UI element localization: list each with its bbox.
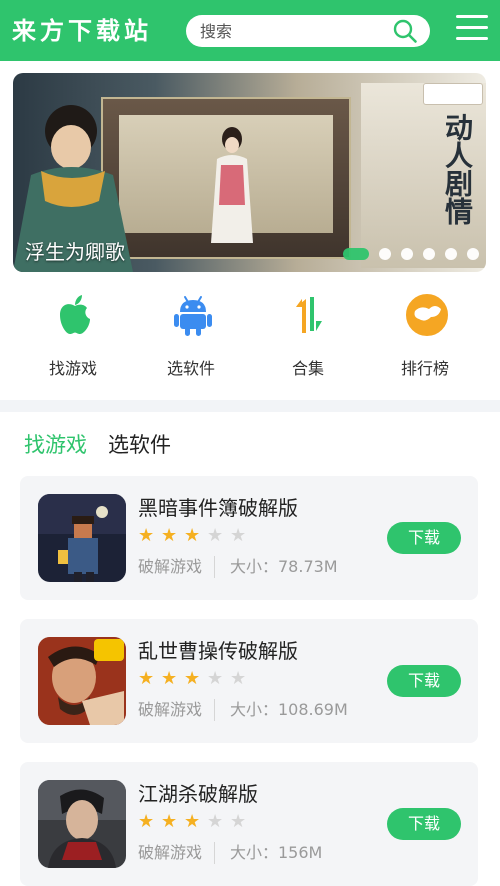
game-size: 大小：108.69M xyxy=(230,700,348,719)
quick-entry-label: 找游戏 xyxy=(48,359,97,378)
carousel-dot[interactable] xyxy=(445,248,457,260)
star-empty-icon: ★ xyxy=(230,668,247,689)
quick-entry-choose-software[interactable]: 选软件 xyxy=(136,285,246,395)
star-filled-icon: ★ xyxy=(138,811,155,832)
apple-icon xyxy=(60,295,90,334)
top-header: 来方下载站 xyxy=(0,0,500,61)
game-name[interactable]: 黑暗事件簿破解版 xyxy=(138,494,298,522)
download-button[interactable]: 下载 xyxy=(387,665,461,697)
game-size: 大小：156M xyxy=(230,843,323,862)
star-filled-icon: ★ xyxy=(161,525,178,546)
star-filled-icon: ★ xyxy=(138,525,155,546)
game-list-item[interactable]: 乱世曹操传破解版 ★ ★ ★ ★ ★ 破解游戏 大小：108.69M 下载 xyxy=(20,619,478,743)
star-filled-icon: ★ xyxy=(184,811,201,832)
quick-entry-grid: 找游戏 选软件 合集 排行榜 xyxy=(0,285,500,395)
game-list-item[interactable]: 黑暗事件簿破解版 ★ ★ ★ ★ ★ 破解游戏 大小：78.73M 下载 xyxy=(20,476,478,600)
game-category: 破解游戏 xyxy=(138,843,203,862)
game-meta: 破解游戏 大小：78.73M xyxy=(138,556,338,578)
game-category: 破解游戏 xyxy=(138,700,203,719)
download-button[interactable]: 下载 xyxy=(387,522,461,554)
quick-entry-rankings[interactable]: 排行榜 xyxy=(370,285,480,395)
star-filled-icon: ★ xyxy=(161,668,178,689)
game-name[interactable]: 乱世曹操传破解版 xyxy=(138,637,298,665)
hamburger-menu-icon[interactable] xyxy=(456,12,488,44)
quick-entry-label: 排行榜 xyxy=(400,359,449,378)
site-logo[interactable]: 来方下载站 xyxy=(12,14,152,48)
game-thumbnail[interactable] xyxy=(38,494,126,582)
section-divider xyxy=(0,400,500,412)
banner-character-lady xyxy=(211,127,253,243)
quick-entry-find-games[interactable]: 找游戏 xyxy=(18,285,128,395)
game-thumbnail[interactable] xyxy=(38,637,126,725)
search-input[interactable] xyxy=(200,15,380,47)
banner-title[interactable]: 浮生为卿歌 xyxy=(25,239,125,265)
star-empty-icon: ★ xyxy=(207,668,224,689)
game-list-item[interactable]: 江湖杀破解版 ★ ★ ★ ★ ★ 破解游戏 大小：156M 下载 xyxy=(20,762,478,886)
quick-entry-label: 选软件 xyxy=(166,359,215,378)
search-icon[interactable] xyxy=(392,18,418,44)
game-category: 破解游戏 xyxy=(138,557,203,576)
star-empty-icon: ★ xyxy=(207,525,224,546)
star-empty-icon: ★ xyxy=(230,811,247,832)
meta-separator xyxy=(214,699,215,721)
quick-entry-label: 合集 xyxy=(291,359,324,378)
tab-find-games[interactable]: 找游戏 xyxy=(24,430,87,460)
carousel-dot-active[interactable] xyxy=(343,248,369,260)
game-size: 大小：78.73M xyxy=(230,557,338,576)
page: 来方下载站 动人剧情 xyxy=(0,0,500,886)
game-name[interactable]: 江湖杀破解版 xyxy=(138,780,258,808)
game-meta: 破解游戏 大小：108.69M xyxy=(138,699,348,721)
carousel-dot[interactable] xyxy=(467,248,479,260)
carousel-dot[interactable] xyxy=(379,248,391,260)
star-empty-icon: ★ xyxy=(230,525,247,546)
meta-separator xyxy=(214,842,215,864)
android-icon xyxy=(174,296,212,336)
star-filled-icon: ★ xyxy=(138,668,155,689)
star-filled-icon: ★ xyxy=(184,668,201,689)
search-box[interactable] xyxy=(186,15,430,47)
tab-choose-software[interactable]: 选软件 xyxy=(108,430,171,460)
ranking-icon xyxy=(406,294,448,336)
star-filled-icon: ★ xyxy=(184,525,201,546)
meta-separator xyxy=(214,556,215,578)
banner-slogan: 动人剧情 xyxy=(441,113,474,225)
game-logo-badge xyxy=(423,83,483,105)
game-meta: 破解游戏 大小：156M xyxy=(138,842,322,864)
download-button[interactable]: 下载 xyxy=(387,808,461,840)
carousel-dot[interactable] xyxy=(401,248,413,260)
collection-icon xyxy=(296,297,322,333)
star-empty-icon: ★ xyxy=(207,811,224,832)
carousel-dot[interactable] xyxy=(423,248,435,260)
banner-carousel[interactable]: 动人剧情 浮生为卿歌 xyxy=(13,73,486,272)
star-filled-icon: ★ xyxy=(161,811,178,832)
game-thumbnail[interactable] xyxy=(38,780,126,868)
quick-entry-collections[interactable]: 合集 xyxy=(253,285,363,395)
